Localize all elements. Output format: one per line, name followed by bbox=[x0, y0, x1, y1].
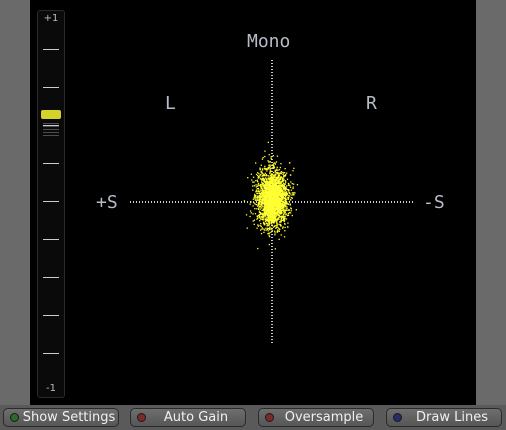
right-channel-label: R bbox=[366, 93, 377, 114]
correlation-meter: +1 -1 bbox=[37, 10, 65, 398]
mono-label: Mono bbox=[247, 31, 291, 52]
meter-level-indicator bbox=[41, 110, 61, 119]
meter-tick bbox=[43, 49, 59, 50]
show-settings-label: Show Settings bbox=[22, 410, 116, 425]
show-settings-button[interactable]: Show Settings bbox=[3, 408, 119, 427]
auto-gain-button[interactable]: Auto Gain bbox=[130, 408, 246, 427]
right-frame bbox=[476, 0, 506, 405]
meter-fine-tick bbox=[43, 132, 59, 133]
left-frame bbox=[0, 0, 30, 405]
goniometer-scope: Mono L R +S -S bbox=[70, 0, 476, 405]
plus-side-label: +S bbox=[96, 192, 118, 213]
meter-bottom-label: -1 bbox=[46, 383, 56, 394]
meter-fine-tick bbox=[43, 135, 59, 136]
draw-lines-label: Draw Lines bbox=[416, 410, 488, 425]
meter-tick bbox=[43, 163, 59, 164]
oversample-label: Oversample bbox=[284, 410, 364, 425]
meter-tick bbox=[43, 201, 59, 202]
meter-top-label: +1 bbox=[43, 13, 59, 24]
meter-fine-tick bbox=[43, 126, 59, 127]
left-channel-label: L bbox=[165, 93, 176, 114]
settings-led-icon bbox=[10, 413, 19, 422]
meter-tick bbox=[43, 87, 59, 88]
meter-tick bbox=[43, 277, 59, 278]
button-bar: Show Settings Auto Gain Oversample Draw … bbox=[0, 405, 506, 430]
draw-lines-led-icon bbox=[393, 413, 402, 422]
scope-canvas bbox=[130, 60, 414, 344]
draw-lines-button[interactable]: Draw Lines bbox=[386, 408, 502, 427]
meter-fine-tick bbox=[43, 129, 59, 130]
auto-gain-label: Auto Gain bbox=[163, 410, 229, 425]
meter-tick bbox=[43, 315, 59, 316]
oversample-led-icon bbox=[265, 413, 274, 422]
auto-gain-led-icon bbox=[137, 413, 146, 422]
signal-dots bbox=[243, 141, 299, 250]
meter-tick bbox=[43, 353, 59, 354]
minus-side-label: -S bbox=[423, 192, 445, 213]
meter-fine-tick bbox=[43, 123, 59, 124]
goniometer-window: +1 -1 Mono L R +S -S Show Settings Auto … bbox=[0, 0, 506, 430]
oversample-button[interactable]: Oversample bbox=[258, 408, 374, 427]
meter-tick bbox=[43, 239, 59, 240]
